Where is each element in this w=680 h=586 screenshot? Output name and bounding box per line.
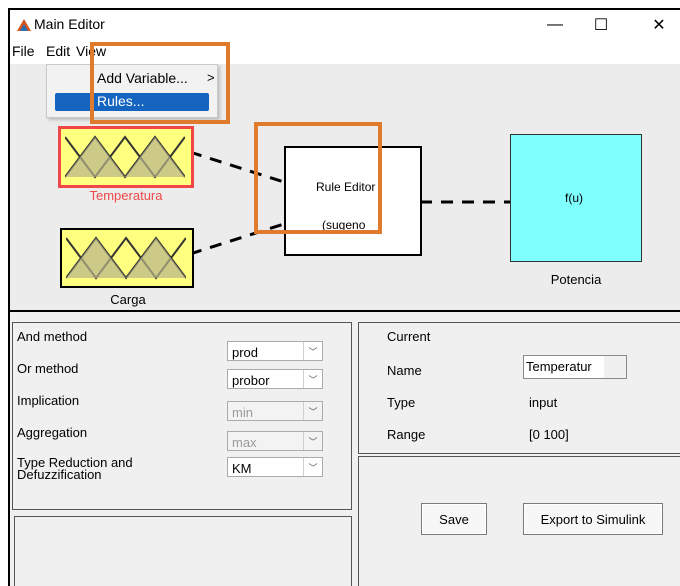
type-reduction-label: Type Reduction and Defuzzification: [17, 456, 133, 482]
current-label: Current: [387, 329, 431, 344]
output-potencia-label: Potencia: [550, 272, 602, 287]
type-reduction-value: KM: [232, 461, 252, 476]
minimize-button[interactable]: —: [532, 10, 578, 40]
save-button[interactable]: Save: [421, 503, 487, 535]
output-function-label: f(u): [565, 191, 583, 205]
type-reduction-label-line2: Defuzzification: [17, 467, 102, 482]
name-label: Name: [387, 363, 422, 378]
range-label: Range: [387, 427, 426, 442]
chevron-down-icon: ﹀: [303, 342, 322, 360]
implication-value: min: [232, 405, 253, 420]
main-editor-window: Main Editor — ☐ ✕ File Edit View Tempera…: [8, 8, 680, 586]
type-label: Type: [387, 395, 416, 410]
annotation-box-rule-editor: [254, 122, 382, 234]
field-end: [604, 356, 626, 378]
actions-panel: Save Export to Simulink: [358, 456, 680, 586]
range-value: [0 100]: [529, 427, 569, 442]
maximize-icon: ☐: [593, 17, 609, 34]
type-reduction-dropdown[interactable]: KM ﹀: [227, 457, 323, 477]
aggregation-label: Aggregation: [17, 425, 88, 440]
title-bar: Main Editor — ☐ ✕: [10, 10, 680, 40]
and-method-dropdown[interactable]: prod ﹀: [227, 341, 323, 361]
input-carga-label: Carga: [110, 292, 146, 307]
variable-name-value: Temperatur: [526, 359, 592, 374]
annotation-box-menu: [90, 42, 230, 124]
implication-dropdown: min ﹀: [227, 401, 323, 421]
close-icon: ✕: [652, 17, 666, 34]
and-method-label: And method: [17, 329, 88, 344]
aggregation-value: max: [232, 435, 257, 450]
chevron-down-icon: ﹀: [303, 432, 322, 450]
fis-properties-panel: And method prod ﹀ Or method probor ﹀ Imp…: [12, 322, 352, 510]
menu-edit[interactable]: Edit: [46, 43, 70, 59]
or-method-dropdown[interactable]: probor ﹀: [227, 369, 323, 389]
aggregation-dropdown: max ﹀: [227, 431, 323, 451]
type-value: input: [529, 395, 558, 410]
minimize-icon: —: [547, 16, 563, 33]
close-button[interactable]: ✕: [636, 10, 680, 40]
menu-file[interactable]: File: [12, 43, 35, 59]
or-method-label: Or method: [17, 361, 79, 376]
window-title: Main Editor: [34, 16, 105, 32]
and-method-value: prod: [232, 345, 259, 360]
input-temperatura-block[interactable]: [58, 126, 194, 188]
current-variable-panel: Current Name Temperatur Type input Range…: [358, 322, 680, 454]
matlab-icon: [17, 19, 31, 31]
output-potencia-block[interactable]: f(u): [510, 134, 642, 262]
membership-functions-icon: [66, 236, 186, 280]
implication-label: Implication: [17, 393, 80, 408]
input-temperatura-label: Temperatura: [89, 188, 163, 203]
export-to-simulink-button[interactable]: Export to Simulink: [523, 503, 663, 535]
or-method-value: probor: [232, 373, 270, 388]
variable-name-field[interactable]: Temperatur: [523, 355, 627, 379]
maximize-button[interactable]: ☐: [578, 10, 624, 40]
chevron-down-icon: ﹀: [303, 458, 322, 476]
input-carga-block[interactable]: [60, 228, 194, 288]
chevron-down-icon: ﹀: [303, 402, 322, 420]
chevron-down-icon: ﹀: [303, 370, 322, 388]
membership-functions-icon: [65, 135, 185, 179]
